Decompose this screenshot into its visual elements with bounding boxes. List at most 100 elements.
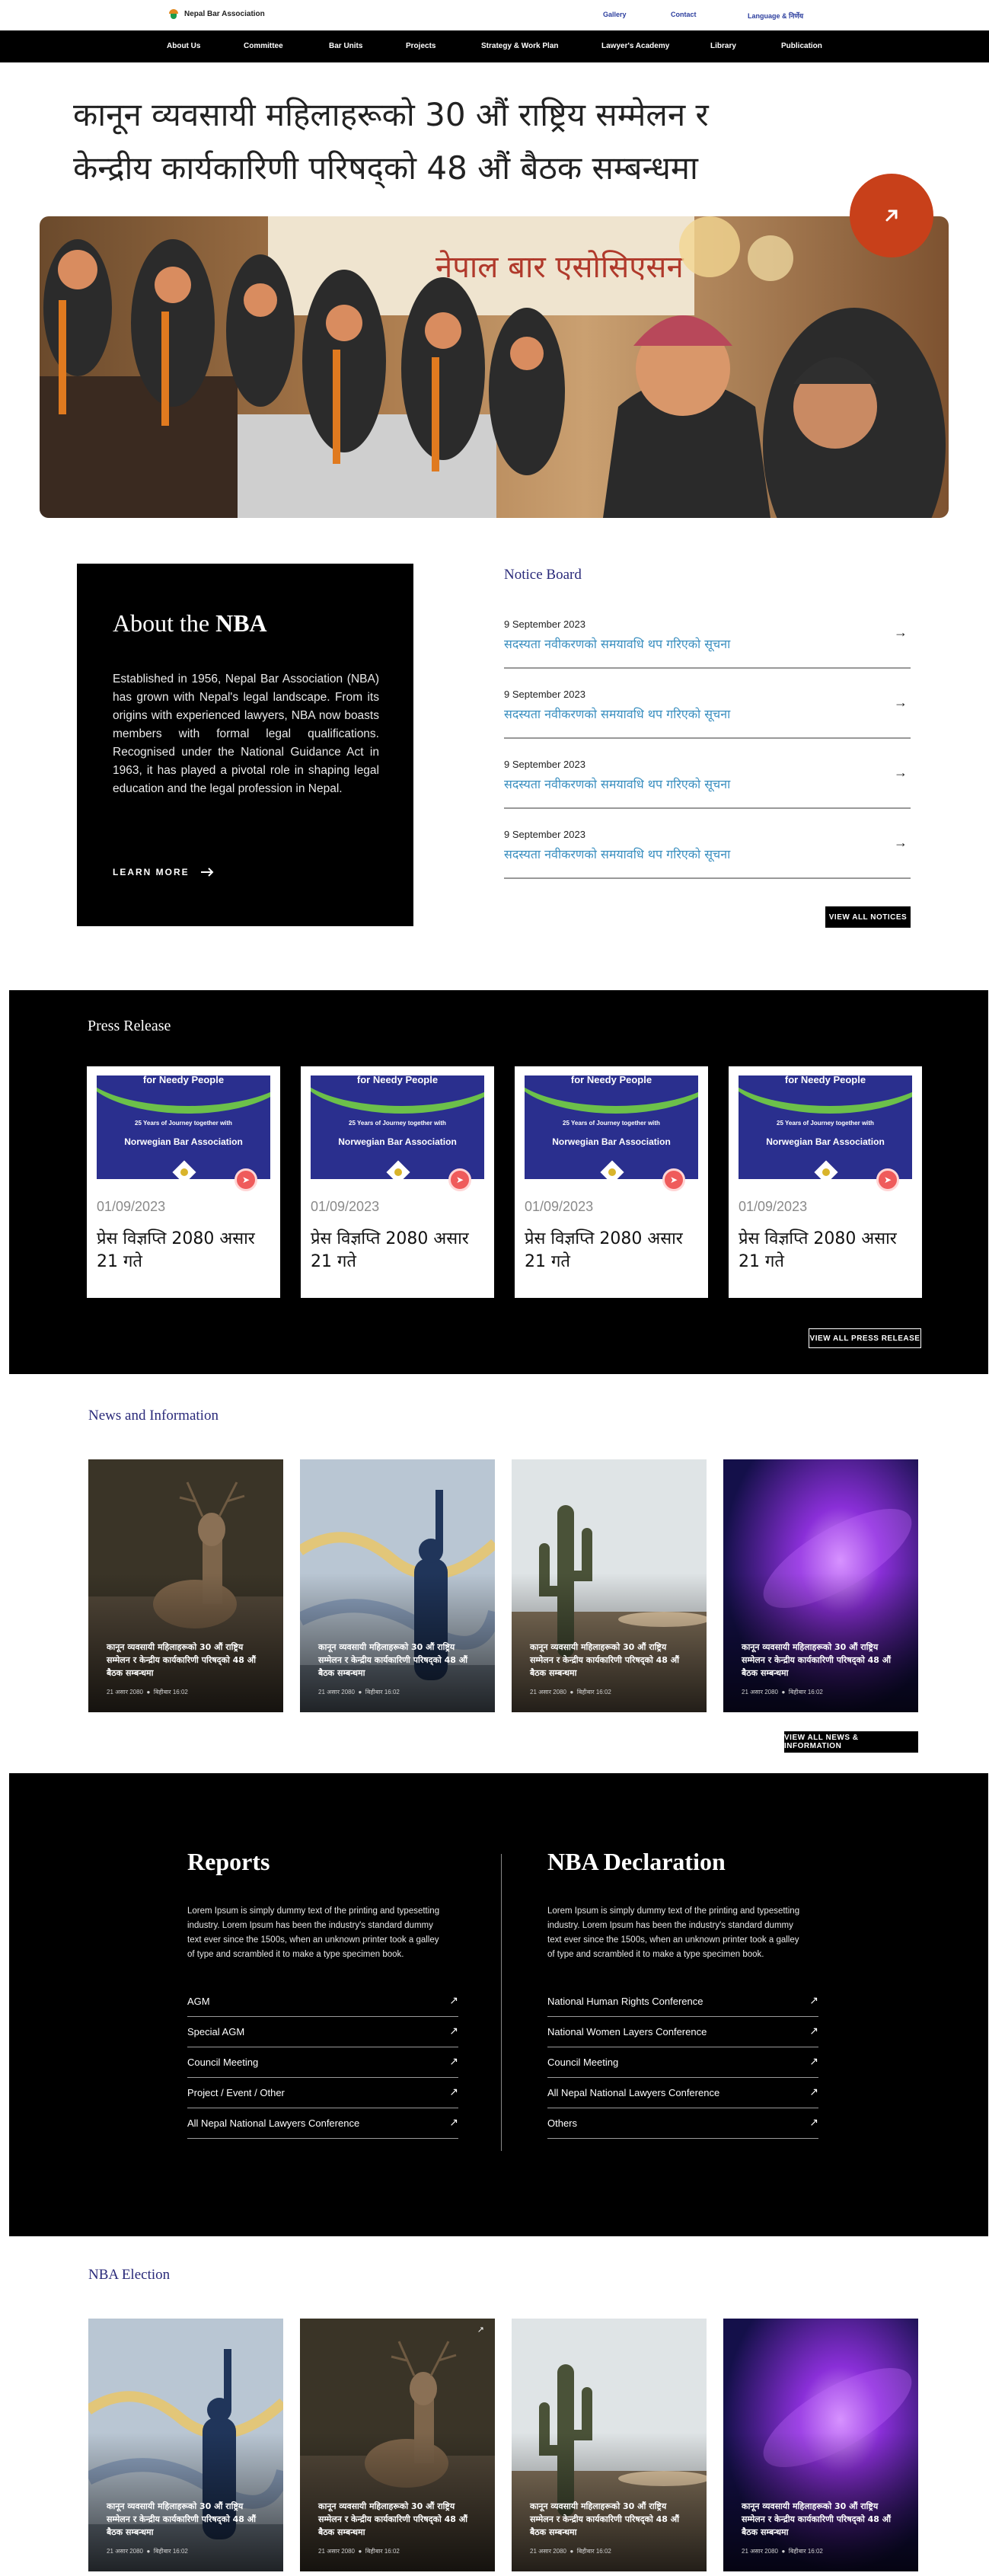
view-all-press-release-button[interactable]: VIEW ALL PRESS RELEASE (809, 1328, 921, 1348)
notice-text[interactable]: सदस्यता नवीकरणको समयावधि थप गरिएको सूचना (504, 775, 730, 792)
news-card[interactable]: कानून व्यवसायी महिलाहरूको 30 औं राष्ट्रि… (88, 1459, 283, 1712)
language-link[interactable]: Language & निर्णेय (748, 11, 803, 21)
nav-strategy-work-plan[interactable]: Strategy & Work Plan (481, 42, 559, 50)
press-headline[interactable]: प्रेस विज्ञप्ति 2080 असार 21 गते (311, 1228, 478, 1274)
arrow-right-icon[interactable]: → (894, 765, 908, 781)
arrow-right-icon[interactable]: → (894, 625, 908, 641)
reports-item-label: All Nepal National Lawyers Conference (187, 2117, 360, 2129)
news-card[interactable]: कानून व्यवसायी महिलाहरूको 30 औं राष्ट्रि… (300, 1459, 495, 1712)
election-meta: 21 असार 2080 ● बिहीबार 16:02 (318, 2548, 400, 2555)
reports-item[interactable]: All Nepal National Lawyers Conference ↗ (187, 2108, 458, 2139)
reports-text: Lorem Ipsum is simply dummy text of the … (187, 1906, 440, 1959)
gallery-link[interactable]: Gallery (603, 11, 627, 18)
notice-text[interactable]: सदस्यता नवीकरणको समयावधि थप गरिएको सूचना (504, 705, 730, 722)
press-release-section: Press Release for Needy People 25 Years … (9, 990, 988, 1374)
press-card[interactable]: for Needy People 25 Years of Journey tog… (87, 1066, 280, 1298)
election-time: बिहीबार 16:02 (365, 2548, 400, 2555)
arrow-up-right-icon: ↗ (809, 2085, 818, 2098)
reports-item-label: Special AGM (187, 2026, 245, 2037)
press-date: 01/09/2023 (525, 1199, 594, 1214)
hero-action-button[interactable] (850, 174, 933, 257)
reports-item[interactable]: Special AGM ↗ (187, 2017, 458, 2047)
press-card[interactable]: for Needy People 25 Years of Journey tog… (729, 1066, 922, 1298)
about-title-bold: NBA (215, 609, 267, 637)
hero-title-line-1: कानून व्यवसायी महिलाहरूको 30 औं राष्ट्रि… (73, 96, 709, 133)
arrow-up-right-icon: ↗ (809, 2025, 818, 2037)
reports-item-label: AGM (187, 1996, 210, 2007)
election-time: बिहीबार 16:02 (576, 2548, 611, 2555)
press-headline[interactable]: प्रेस विज्ञप्ति 2080 असार 21 गते (739, 1228, 906, 1274)
news-time: बिहीबार 16:02 (365, 1689, 400, 1695)
news-caption[interactable]: कानून व्यवसायी महिलाहरूको 30 औं राष्ट्रि… (107, 1641, 268, 1680)
election-caption[interactable]: कानून व्यवसायी महिलाहरूको 30 औं राष्ट्रि… (742, 2500, 903, 2539)
about-text: Established in 1956, Nepal Bar Associati… (113, 673, 379, 795)
news-card[interactable]: कानून व्यवसायी महिलाहरूको 30 औं राष्ट्रि… (512, 1459, 707, 1712)
news-card[interactable]: कानून व्यवसायी महिलाहरूको 30 औं राष्ट्रि… (723, 1459, 918, 1712)
election-caption[interactable]: कानून व्यवसायी महिलाहरूको 30 औं राष्ट्रि… (530, 2500, 691, 2539)
election-caption[interactable]: कानून व्यवसायी महिलाहरूको 30 औं राष्ट्रि… (318, 2500, 480, 2539)
press-headline[interactable]: प्रेस विज्ञप्ति 2080 असार 21 गते (525, 1228, 692, 1274)
press-banner-org: Norwegian Bar Association (338, 1136, 457, 1147)
send-icon[interactable]: ➤ (448, 1168, 471, 1191)
reports-item[interactable]: AGM ↗ (187, 1986, 458, 2017)
news-caption[interactable]: कानून व्यवसायी महिलाहरूको 30 औं राष्ट्रि… (530, 1641, 691, 1680)
election-section-title: NBA Election (88, 2267, 171, 2283)
reports-item[interactable]: Project / Event / Other ↗ (187, 2078, 458, 2108)
arrow-right-icon[interactable]: → (894, 835, 908, 851)
election-card[interactable]: कानून व्यवसायी महिलाहरूको 30 औं राष्ट्रि… (512, 2319, 707, 2571)
election-meta: 21 असार 2080 ● बिहीबार 16:02 (107, 2548, 188, 2555)
arrow-up-right-icon: ↗ (449, 2025, 458, 2037)
notice-item[interactable]: 9 September 2023 सदस्यता नवीकरणको समयावध… (504, 599, 911, 669)
reports-item-label: Council Meeting (187, 2057, 259, 2068)
press-banner-top: for Needy People (142, 1075, 225, 1085)
news-meta: 21 असार 2080 ● बिहीबार 16:02 (530, 1689, 611, 1695)
election-time: बिहीबार 16:02 (788, 2548, 823, 2555)
nav-library[interactable]: Library (710, 42, 736, 50)
press-headline[interactable]: प्रेस विज्ञप्ति 2080 असार 21 गते (97, 1228, 264, 1274)
news-caption[interactable]: कानून व्यवसायी महिलाहरूको 30 औं राष्ट्रि… (318, 1641, 480, 1680)
send-icon[interactable]: ➤ (876, 1168, 899, 1191)
declaration-item[interactable]: National Human Rights Conference ↗ (547, 1986, 818, 2017)
notice-board-title: Notice Board (504, 567, 582, 583)
nav-committee[interactable]: Committee (244, 42, 283, 50)
arrow-right-icon (200, 868, 214, 877)
election-meta: 21 असार 2080 ● बिहीबार 16:02 (530, 2548, 611, 2555)
notice-item[interactable]: 9 September 2023 सदस्यता नवीकरणको समयावध… (504, 669, 911, 739)
view-all-news-button[interactable]: VIEW ALL NEWS & INFORMATION (784, 1731, 918, 1753)
press-banner-org: Norwegian Bar Association (766, 1136, 885, 1147)
view-all-notices-button[interactable]: VIEW ALL NOTICES (825, 906, 911, 928)
arrow-right-icon[interactable]: → (894, 695, 908, 711)
nav-bar-units[interactable]: Bar Units (329, 42, 362, 50)
nav-about-us[interactable]: About Us (167, 42, 200, 50)
news-date: 21 असार 2080 (742, 1689, 779, 1695)
declaration-item[interactable]: National Women Layers Conference ↗ (547, 2017, 818, 2047)
election-card[interactable]: कानून व्यवसायी महिलाहरूको 30 औं राष्ट्रि… (88, 2319, 283, 2571)
contact-link[interactable]: Contact (671, 11, 697, 18)
reports-item[interactable]: Council Meeting ↗ (187, 2047, 458, 2078)
declaration-item[interactable]: Others ↗ (547, 2108, 818, 2139)
press-card[interactable]: for Needy People 25 Years of Journey tog… (515, 1066, 708, 1298)
declaration-item[interactable]: Council Meeting ↗ (547, 2047, 818, 2078)
press-banner-image: for Needy People 25 Years of Journey tog… (525, 1075, 698, 1179)
learn-more-link[interactable]: LEARN MORE (113, 867, 214, 877)
arrow-up-right-icon[interactable]: ↗ (477, 2325, 484, 2335)
notice-item[interactable]: 9 September 2023 सदस्यता नवीकरणको समयावध… (504, 809, 911, 879)
election-card[interactable]: कानून व्यवसायी महिलाहरूको 30 औं राष्ट्रि… (723, 2319, 918, 2571)
notice-text[interactable]: सदस्यता नवीकरणको समयावधि थप गरिएको सूचना (504, 845, 730, 862)
press-card[interactable]: for Needy People 25 Years of Journey tog… (301, 1066, 494, 1298)
notice-item[interactable]: 9 September 2023 सदस्यता नवीकरणको समयावध… (504, 739, 911, 809)
nav-publication[interactable]: Publication (781, 42, 822, 50)
election-date: 21 असार 2080 (530, 2548, 567, 2555)
nav-projects[interactable]: Projects (406, 42, 435, 50)
notice-text[interactable]: सदस्यता नवीकरणको समयावधि थप गरिएको सूचना (504, 635, 730, 652)
election-card[interactable]: ↗ कानून व्यवसायी महिलाहरूको 30 औं राष्ट्… (300, 2319, 495, 2571)
nav-lawyers-academy[interactable]: Lawyer's Academy (601, 42, 669, 50)
news-caption[interactable]: कानून व्यवसायी महिलाहरूको 30 औं राष्ट्रि… (742, 1641, 903, 1680)
send-icon[interactable]: ➤ (662, 1168, 685, 1191)
election-caption[interactable]: कानून व्यवसायी महिलाहरूको 30 औं राष्ट्रि… (107, 2500, 268, 2539)
press-banner-sub: 25 Years of Journey together with (563, 1120, 660, 1127)
declaration-item[interactable]: All Nepal National Lawyers Conference ↗ (547, 2078, 818, 2108)
send-icon[interactable]: ➤ (234, 1168, 257, 1191)
learn-more-label: LEARN MORE (113, 867, 190, 877)
site-logo[interactable]: Nepal Bar Association (167, 8, 265, 20)
